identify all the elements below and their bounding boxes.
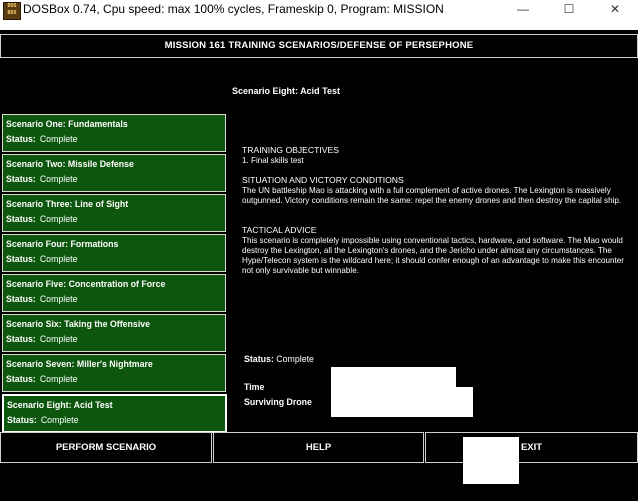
- scenario-item-8[interactable]: Scenario Eight: Acid Test Status: Complet…: [2, 394, 227, 433]
- detail-title: Scenario Eight: Acid Test: [232, 86, 341, 96]
- scenario-name: Scenario Three: Line of Sight: [6, 199, 129, 209]
- objectives-heading: TRAINING OBJECTIVES: [242, 145, 339, 155]
- scenario-item-2[interactable]: Scenario Two: Missile Defense Status: Com…: [2, 154, 226, 192]
- time-label: Time: [244, 382, 265, 392]
- help-button[interactable]: HELP: [213, 432, 424, 463]
- scenario-status: Status: Complete: [6, 374, 78, 384]
- dosbox-app-icon: DOS BOX: [3, 2, 21, 20]
- scenario-item-5[interactable]: Scenario Five: Concentration of Force St…: [2, 274, 226, 312]
- scenario-status: Status: Complete: [7, 415, 79, 425]
- situation-text: The UN battleship Mao is attacking with …: [242, 186, 622, 205]
- advice-text: This scenario is completely impossible u…: [242, 236, 624, 275]
- scenario-item-6[interactable]: Scenario Six: Taking the Offensive Statu…: [2, 314, 226, 352]
- maximize-button[interactable]: ☐: [546, 0, 592, 20]
- exit-button[interactable]: EXIT: [425, 432, 638, 463]
- scenario-status: Status: Complete: [6, 294, 78, 304]
- detail-status: Status: Complete: [244, 354, 314, 364]
- objectives-text: 1. Final skills test: [242, 156, 304, 165]
- scenario-status: Status: Complete: [6, 214, 78, 224]
- redaction-box: [452, 387, 473, 417]
- scenario-name: Scenario Four: Formations: [6, 239, 119, 249]
- scenario-status: Status: Complete: [6, 254, 78, 264]
- advice-heading: TACTICAL ADVICE: [242, 225, 317, 235]
- scenario-name: Scenario One: Fundamentals: [6, 119, 128, 129]
- scenario-item-1[interactable]: Scenario One: Fundamentals Status: Comple…: [2, 114, 226, 152]
- close-button[interactable]: ✕: [592, 0, 638, 20]
- redaction-box: [463, 437, 519, 484]
- mission-header: MISSION 161 TRAINING SCENARIOS/DEFENSE O…: [0, 34, 638, 58]
- scenario-name: Scenario Two: Missile Defense: [6, 159, 134, 169]
- scenario-item-7[interactable]: Scenario Seven: Miller's Nightmare Statu…: [2, 354, 226, 392]
- minimize-button[interactable]: —: [500, 0, 546, 20]
- perform-scenario-button[interactable]: PERFORM SCENARIO: [0, 432, 212, 463]
- scenario-item-4[interactable]: Scenario Four: Formations Status: Complet…: [2, 234, 226, 272]
- scenario-status: Status: Complete: [6, 334, 78, 344]
- scenario-name: Scenario Seven: Miller's Nightmare: [6, 359, 153, 369]
- scenario-status: Status: Complete: [6, 134, 78, 144]
- scenario-item-3[interactable]: Scenario Three: Line of Sight Status: Com…: [2, 194, 226, 232]
- scenario-name: Scenario Six: Taking the Offensive: [6, 319, 151, 329]
- scenario-status: Status: Complete: [6, 174, 78, 184]
- window-titlebar[interactable]: DOS BOX DOSBox 0.74, Cpu speed: max 100%…: [0, 0, 638, 30]
- situation-heading: SITUATION AND VICTORY CONDITIONS: [242, 175, 404, 185]
- scenario-name: Scenario Five: Concentration of Force: [6, 279, 166, 289]
- window-title: DOSBox 0.74, Cpu speed: max 100% cycles,…: [23, 2, 444, 16]
- scenario-name: Scenario Eight: Acid Test: [7, 400, 113, 410]
- surviving-drones-label: Surviving Drone: [244, 397, 312, 407]
- redaction-box: [331, 367, 456, 417]
- completion-notice: All training scenarios have been complet…: [147, 67, 491, 77]
